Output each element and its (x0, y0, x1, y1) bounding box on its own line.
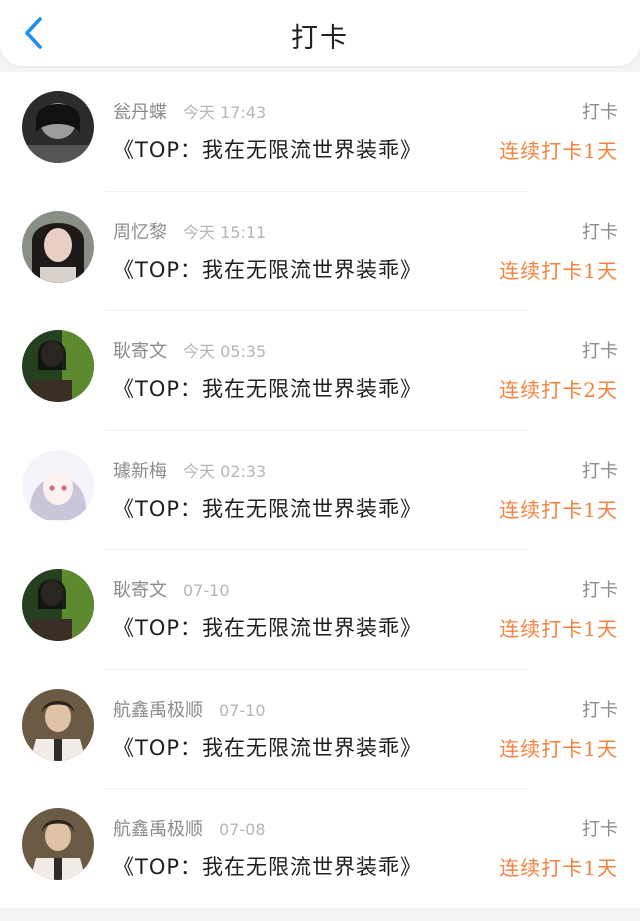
book-title[interactable]: 《TOP：我在无限流世界装乖》 (113, 493, 422, 523)
streak-label: 连续打卡2天 (499, 378, 618, 402)
streak-label: 连续打卡1天 (499, 258, 618, 283)
avatar[interactable] (22, 688, 94, 761)
checkin-time: 今天 05:35 (183, 342, 267, 361)
book-title[interactable]: 《TOP：我在无限流世界装乖》 (113, 851, 422, 881)
avatar[interactable] (22, 210, 94, 283)
book-title[interactable]: 《TOP：我在无限流世界装乖》 (113, 612, 422, 642)
user-name: 璩新梅 今天 02:33 (113, 460, 267, 482)
checkin-time: 今天 15:11 (183, 222, 267, 242)
streak-label: 连续打卡1天 (499, 617, 618, 641)
checkin-tag: 打卡 (582, 460, 618, 482)
checkin-time: 今天 17:43 (183, 103, 267, 122)
user-name: 航鑫禹极顺 07-10 (113, 699, 266, 721)
avatar[interactable] (22, 449, 94, 522)
user-name: 周忆黎 今天 15:11 (113, 221, 267, 243)
avatar[interactable] (22, 569, 94, 641)
streak-label: 连续打卡1天 (499, 856, 618, 880)
user-name: 耿寄文 07-10 (113, 580, 230, 601)
checkin-time: 今天 02:33 (183, 461, 267, 481)
checkin-time: 07-10 (183, 581, 230, 600)
book-title[interactable]: 《TOP：我在无限流世界装乖》 (113, 134, 422, 164)
streak-label: 连续打卡1天 (499, 139, 618, 163)
nav-bar: 打卡 (0, 0, 640, 66)
avatar[interactable] (22, 808, 94, 880)
book-title[interactable]: 《TOP：我在无限流世界装乖》 (113, 254, 422, 284)
checkin-list: 瓮丹蝶 今天 17:43 打卡 《TOP：我在无限流世界装乖》 连续打卡1天 周忆… (0, 72, 640, 908)
checkin-tag: 打卡 (582, 819, 618, 840)
checkin-tag: 打卡 (582, 341, 618, 362)
checkin-tag: 打卡 (582, 699, 618, 721)
checkin-item[interactable]: 航鑫禹极顺 07-08 打卡 《TOP：我在无限流世界装乖》 连续打卡1天 (0, 789, 640, 909)
checkin-item[interactable]: 瓮丹蝶 今天 17:43 打卡 《TOP：我在无限流世界装乖》 连续打卡1天 (0, 72, 640, 192)
checkin-item[interactable]: 航鑫禹极顺 07-10 打卡 《TOP：我在无限流世界装乖》 连续打卡1天 (0, 670, 640, 789)
page-title: 打卡 (291, 23, 349, 54)
book-title[interactable]: 《TOP：我在无限流世界装乖》 (113, 732, 422, 762)
user-name: 瓮丹蝶 今天 17:43 (113, 102, 267, 123)
checkin-item[interactable]: 璩新梅 今天 02:33 打卡 《TOP：我在无限流世界装乖》 连续打卡1天 (0, 431, 640, 550)
user-name: 航鑫禹极顺 07-08 (113, 819, 266, 840)
checkin-item[interactable]: 耿寄文 今天 05:35 打卡 《TOP：我在无限流世界装乖》 连续打卡2天 (0, 311, 640, 431)
checkin-item[interactable]: 耿寄文 07-10 打卡 《TOP：我在无限流世界装乖》 连续打卡1天 (0, 550, 640, 670)
checkin-time: 07-10 (219, 700, 266, 720)
checkin-tag: 打卡 (582, 221, 618, 243)
streak-label: 连续打卡1天 (499, 497, 618, 522)
streak-label: 连续打卡1天 (499, 736, 618, 761)
checkin-time: 07-08 (219, 820, 266, 839)
checkin-tag: 打卡 (582, 580, 618, 601)
book-title[interactable]: 《TOP：我在无限流世界装乖》 (113, 373, 422, 403)
avatar[interactable] (22, 330, 94, 402)
user-name: 耿寄文 今天 05:35 (113, 341, 267, 362)
avatar[interactable] (22, 91, 94, 163)
checkin-item[interactable]: 周忆黎 今天 15:11 打卡 《TOP：我在无限流世界装乖》 连续打卡1天 (0, 192, 640, 311)
checkin-tag: 打卡 (582, 102, 618, 123)
